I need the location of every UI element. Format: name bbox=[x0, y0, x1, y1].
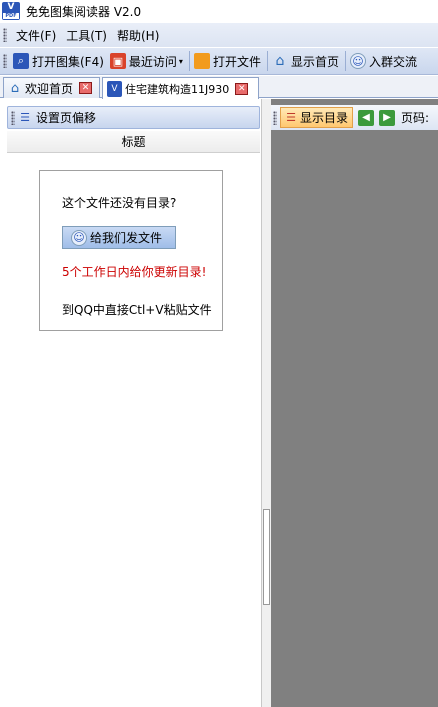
document-viewer: ☰ 显示目录 ◀ ▶ 页码: bbox=[271, 99, 438, 707]
set-offset-label: 设置页偏移 bbox=[36, 111, 97, 125]
home-icon: ⌂ bbox=[10, 80, 20, 96]
menu-bar: 文件(F) 工具(T) 帮助(H) bbox=[0, 23, 438, 47]
recent-icon: ▣ bbox=[109, 53, 126, 69]
folder-icon bbox=[193, 53, 210, 69]
toc-panel: ☰ 设置页偏移 标题 这个文件还没有目录? ☺ 给我们发文件 5个工作日内给你更… bbox=[0, 99, 262, 707]
show-toc-button[interactable]: ☰ 显示目录 bbox=[280, 107, 354, 128]
send-file-button[interactable]: ☺ 给我们发文件 bbox=[62, 226, 176, 249]
toolbar-grip-icon[interactable] bbox=[3, 54, 7, 68]
window-title: 免免图集阅读器 V2.0 bbox=[26, 4, 142, 19]
splitter-handle[interactable] bbox=[263, 509, 270, 605]
recent-button[interactable]: ▣ 最近访问 ▾ bbox=[108, 50, 187, 73]
main-toolbar: ⌕ 打开图集(F4) ▣ 最近访问 ▾ 打开文件 ⌂ 显示首页 ☺ 入群交流 bbox=[0, 48, 438, 75]
pane-splitter[interactable] bbox=[262, 99, 271, 707]
close-icon[interactable]: ✕ bbox=[79, 82, 93, 94]
tab-bar: ⌂ 欢迎首页 ✕ V 住宅建筑构造11J930 ✕ bbox=[0, 76, 438, 99]
viewer-grip-icon bbox=[273, 110, 277, 125]
toc-icon: ☰ bbox=[286, 111, 296, 124]
qq-icon: ☺ bbox=[349, 53, 366, 69]
search-icon: ⌕ bbox=[13, 53, 29, 69]
join-group-label: 入群交流 bbox=[368, 54, 417, 69]
tab-welcome[interactable]: ⌂ 欢迎首页 ✕ bbox=[3, 77, 100, 98]
home-icon: ⌂ bbox=[275, 53, 285, 69]
menu-grip-icon[interactable] bbox=[3, 28, 7, 42]
tab-document-label: 住宅建筑构造11J930 bbox=[125, 82, 230, 96]
next-page-icon[interactable]: ▶ bbox=[379, 109, 396, 126]
no-toc-notice: 这个文件还没有目录? ☺ 给我们发文件 5个工作日内给你更新目录! 到QQ中直接… bbox=[39, 170, 223, 331]
send-file-label: 给我们发文件 bbox=[90, 231, 163, 245]
open-atlas-label: 打开图集(F4) bbox=[32, 54, 104, 69]
paste-hint-text: 到QQ中直接Ctl+V粘贴文件 bbox=[62, 303, 212, 317]
panel-grip-icon bbox=[11, 110, 15, 125]
update-promise-text: 5个工作日内给你更新目录! bbox=[62, 265, 207, 279]
qq-icon: ☺ bbox=[71, 229, 87, 246]
menu-file[interactable]: 文件(F) bbox=[11, 27, 61, 44]
open-file-label: 打开文件 bbox=[212, 54, 261, 69]
column-header-title[interactable]: 标题 bbox=[7, 131, 260, 153]
menu-help[interactable]: 帮助(H) bbox=[112, 27, 164, 44]
chevron-down-icon[interactable]: ▾ bbox=[179, 57, 183, 66]
toolbar-divider bbox=[344, 51, 346, 71]
menu-tools[interactable]: 工具(T) bbox=[61, 27, 112, 44]
toolbar-divider bbox=[188, 51, 190, 71]
viewer-toolbar: ☰ 显示目录 ◀ ▶ 页码: bbox=[271, 105, 438, 130]
pdf-icon: V bbox=[107, 80, 122, 97]
open-file-button[interactable]: 打开文件 bbox=[192, 50, 265, 73]
tab-document[interactable]: V 住宅建筑构造11J930 ✕ bbox=[102, 77, 259, 99]
tab-welcome-label: 欢迎首页 bbox=[25, 81, 74, 96]
title-bar: V PDF 免免图集阅读器 V2.0 bbox=[0, 0, 438, 22]
open-atlas-button[interactable]: ⌕ 打开图集(F4) bbox=[11, 50, 108, 73]
recent-label: 最近访问 bbox=[128, 54, 177, 69]
join-group-button[interactable]: ☺ 入群交流 bbox=[348, 50, 421, 73]
app-logo-icon: V PDF bbox=[2, 2, 20, 20]
set-offset-button[interactable]: ☰ 设置页偏移 bbox=[7, 106, 260, 129]
list-icon: ☰ bbox=[20, 111, 30, 124]
close-icon[interactable]: ✕ bbox=[235, 82, 249, 95]
show-home-label: 显示首页 bbox=[290, 54, 339, 69]
page-number-label: 页码: bbox=[401, 111, 430, 125]
no-toc-question: 这个文件还没有目录? bbox=[62, 196, 177, 210]
toolbar-divider bbox=[266, 51, 268, 71]
show-toc-label: 显示目录 bbox=[300, 111, 349, 125]
show-home-button[interactable]: ⌂ 显示首页 bbox=[270, 50, 343, 73]
prev-page-icon[interactable]: ◀ bbox=[358, 109, 375, 126]
